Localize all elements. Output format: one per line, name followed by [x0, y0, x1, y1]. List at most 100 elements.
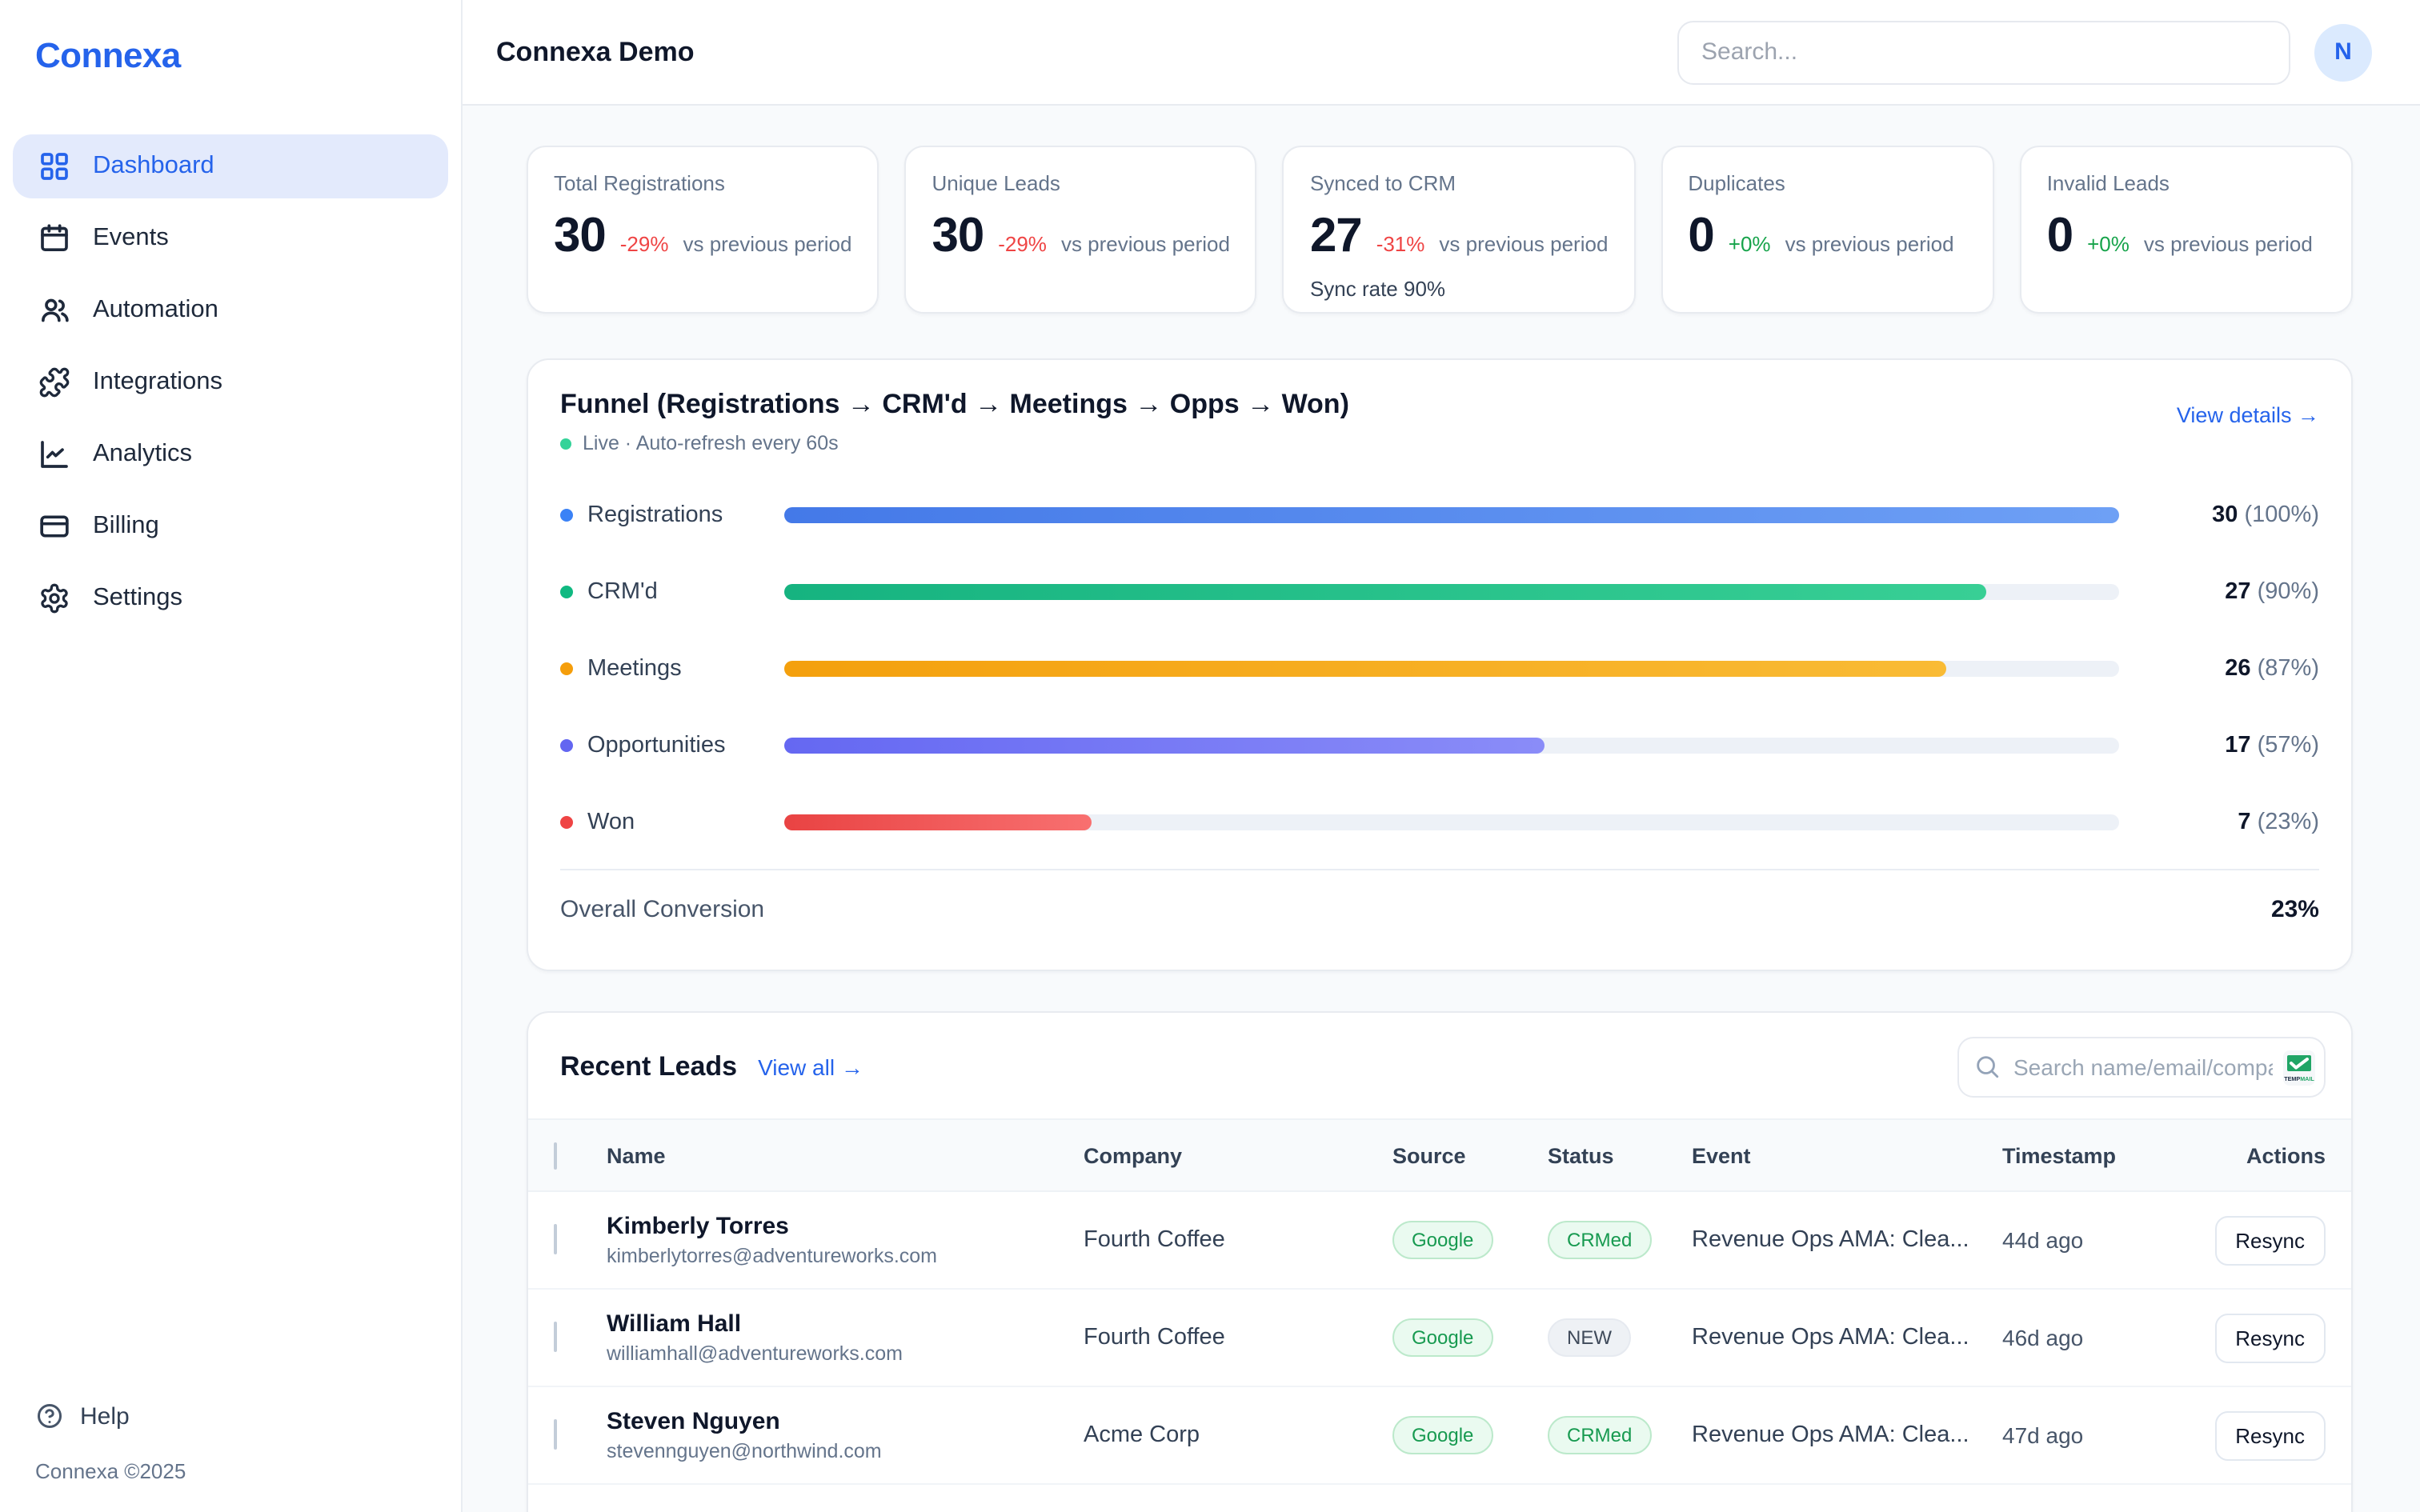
resync-button[interactable]: Resync	[2214, 1410, 2326, 1460]
funnel-pct: (23%)	[2258, 810, 2319, 835]
lead-event: Revenue Ops AMA: Clea...	[1692, 1422, 2002, 1448]
lead-event: Revenue Ops AMA: Clea...	[1692, 1227, 2002, 1253]
funnel-count: 27	[2225, 579, 2250, 605]
sidebar-item-label: Automation	[93, 296, 218, 325]
live-status-text: Live · Auto-refresh every 60s	[583, 432, 839, 454]
calendar-icon	[38, 222, 70, 254]
lead-email: stevennguyen@northwind.com	[607, 1440, 1084, 1462]
tempmail-extension-icon[interactable]: TEMPMAIL	[2282, 1050, 2316, 1086]
stat-delta: +0%	[2087, 232, 2130, 256]
lead-company: Fourth Coffee	[1084, 1227, 1392, 1253]
brand-logo: Connexa	[0, 0, 461, 77]
sidebar-item-billing[interactable]: Billing	[13, 494, 448, 558]
source-badge: Google	[1392, 1318, 1492, 1357]
column-header-actions: Actions	[2210, 1143, 2326, 1167]
sidebar-item-dashboard[interactable]: Dashboard	[13, 134, 448, 198]
lead-timestamp: 47d ago	[2002, 1422, 2210, 1448]
user-avatar[interactable]: N	[2314, 23, 2372, 81]
recent-leads-title: Recent Leads	[560, 1051, 737, 1083]
funnel-bar-track	[784, 661, 2119, 677]
copyright-text: Connexa ©2025	[35, 1459, 426, 1483]
source-badge: Google	[1392, 1221, 1492, 1259]
stat-label: Synced to CRM	[1310, 171, 1608, 195]
lead-row: Kimberly Torres kimberlytorres@adventure…	[528, 1192, 2351, 1290]
series-dot	[560, 662, 573, 675]
recent-leads-card: Recent Leads View all → TEMPMAIL N	[527, 1011, 2353, 1512]
resync-button[interactable]: Resync	[2214, 1215, 2326, 1265]
stat-card-synced-to-crm: Synced to CRM 27 -31% vs previous period…	[1283, 146, 1635, 314]
funnel-pct: (87%)	[2258, 656, 2319, 682]
main-area: Connexa Demo N Total Registrations 30 -2…	[463, 0, 2420, 1512]
leads-search-input[interactable]	[1957, 1037, 2326, 1098]
column-header-status: Status	[1548, 1143, 1692, 1167]
view-all-link[interactable]: View all →	[758, 1054, 863, 1080]
lead-event: Revenue Ops AMA: Clea...	[1692, 1325, 2002, 1350]
credit-card-icon	[38, 510, 70, 542]
stat-value: 30	[554, 210, 606, 264]
sidebar-item-label: Settings	[93, 584, 182, 613]
lead-email: kimberlytorres@adventureworks.com	[607, 1245, 1084, 1267]
stat-label: Invalid Leads	[2047, 171, 2326, 195]
stat-value: 0	[2047, 210, 2073, 264]
help-button[interactable]: Help	[35, 1402, 426, 1430]
lead-name: Kimberly Torres	[607, 1213, 1084, 1240]
funnel-row-meetings: Meetings 26 (87%)	[560, 630, 2319, 707]
funnel-count: 26	[2225, 656, 2250, 682]
stat-value: 0	[1688, 210, 1713, 264]
series-dot	[560, 586, 573, 598]
lead-company: Acme Corp	[1084, 1422, 1392, 1448]
series-dot	[560, 739, 573, 752]
line-chart-icon	[38, 438, 70, 470]
sidebar-footer: Help Connexa ©2025	[0, 1402, 461, 1512]
stat-vs-text: vs previous period	[1785, 232, 1954, 256]
sidebar-item-label: Billing	[93, 512, 159, 541]
funnel-card: Funnel (Registrations → CRM'd → Meetings…	[527, 358, 2353, 971]
funnel-bar-fill	[784, 507, 2119, 523]
row-checkbox[interactable]	[554, 1224, 557, 1254]
funnel-bar-fill	[784, 738, 1545, 754]
funnel-stage-label: Registrations	[587, 502, 723, 528]
search-icon	[1973, 1053, 2001, 1080]
funnel-row-won: Won 7 (23%)	[560, 784, 2319, 861]
sidebar-item-analytics[interactable]: Analytics	[13, 422, 448, 486]
lead-company: Fourth Coffee	[1084, 1325, 1392, 1350]
sidebar-item-automation[interactable]: Automation	[13, 278, 448, 342]
series-dot	[560, 816, 573, 829]
lead-row: Steven Nguyen stevennguyen@northwind.com…	[528, 1387, 2351, 1485]
select-all-checkbox[interactable]	[554, 1142, 557, 1169]
resync-button[interactable]: Resync	[2214, 1313, 2326, 1362]
sidebar-nav: Dashboard Events Automation Integrations	[0, 134, 461, 630]
sidebar-item-settings[interactable]: Settings	[13, 566, 448, 630]
gear-icon	[38, 582, 70, 614]
column-header-source: Source	[1392, 1143, 1548, 1167]
view-details-link[interactable]: View details →	[2177, 403, 2319, 427]
funnel-bar-fill	[784, 661, 1945, 677]
row-checkbox[interactable]	[554, 1419, 557, 1450]
row-checkbox[interactable]	[554, 1322, 557, 1352]
funnel-pct: (100%)	[2245, 502, 2320, 528]
sidebar-item-label: Dashboard	[93, 152, 214, 181]
puzzle-icon	[38, 366, 70, 398]
dashboard-content: Total Registrations 30 -29% vs previous …	[463, 106, 2420, 1512]
users-icon	[38, 294, 70, 326]
stat-label: Duplicates	[1688, 171, 1966, 195]
funnel-count: 17	[2225, 733, 2250, 758]
lead-timestamp: 46d ago	[2002, 1325, 2210, 1350]
stat-delta: -31%	[1376, 232, 1425, 256]
column-header-name: Name	[607, 1143, 1084, 1167]
sidebar-item-label: Events	[93, 224, 169, 253]
stat-vs-text: vs previous period	[1061, 232, 1230, 256]
funnel-rows: Registrations 30 (100%) CRM'd 27 (90%) M…	[560, 477, 2319, 861]
lead-row: William Hall williamhall@adventureworks.…	[528, 1290, 2351, 1387]
funnel-bar-track	[784, 507, 2119, 523]
sidebar-item-label: Analytics	[93, 440, 192, 469]
svg-text:TEMPMAIL: TEMPMAIL	[2284, 1075, 2314, 1082]
stat-vs-text: vs previous period	[2144, 232, 2313, 256]
sidebar: Connexa Dashboard Events Automation	[0, 0, 463, 1512]
overall-conversion-label: Overall Conversion	[560, 896, 764, 923]
sidebar-item-events[interactable]: Events	[13, 206, 448, 270]
sidebar-item-integrations[interactable]: Integrations	[13, 350, 448, 414]
stat-label: Unique Leads	[932, 171, 1229, 195]
global-search-input[interactable]	[1677, 20, 2290, 84]
column-header-event: Event	[1692, 1143, 2002, 1167]
